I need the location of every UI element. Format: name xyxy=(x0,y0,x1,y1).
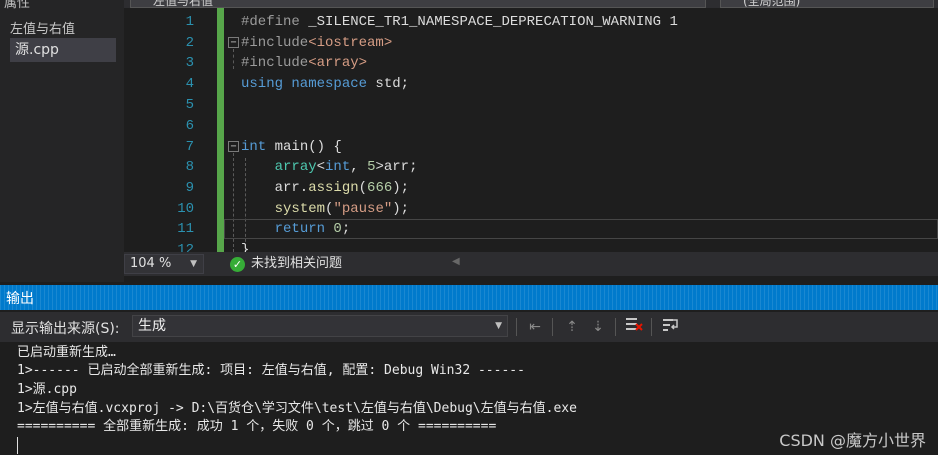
code-token: 0 xyxy=(333,221,342,237)
code-line: return 0; xyxy=(241,219,351,239)
code-line: #include<iostream> xyxy=(241,33,392,53)
code-token: ); xyxy=(392,201,410,217)
previous-message-icon[interactable]: ⇡ xyxy=(562,317,582,337)
collapse-icon[interactable]: − xyxy=(228,141,239,152)
project-node[interactable]: 左值与右值 xyxy=(10,18,75,37)
output-line: 已启动重新生成… xyxy=(17,345,116,360)
file-scope-dropdown[interactable]: 左值与右值 xyxy=(130,0,706,8)
code-token: system xyxy=(274,201,326,217)
code-token: #include xyxy=(241,55,309,71)
line-number: 5 xyxy=(185,97,194,113)
line-number: 7 xyxy=(185,139,194,155)
zoom-value: 104 % xyxy=(130,256,172,271)
code-token: ( xyxy=(358,180,368,196)
line-number: 12 xyxy=(177,242,194,252)
check-circle-icon: ✓ xyxy=(230,256,245,272)
code-line: system("pause"); xyxy=(241,199,409,219)
output-source-select[interactable]: 生成 ▼ xyxy=(132,315,508,337)
code-line: using namespace std; xyxy=(241,74,409,94)
global-scope-dropdown[interactable]: (全局范围) xyxy=(720,0,934,8)
line-number: 11 xyxy=(177,221,194,237)
editor-status-strip: 104 % ▼ ✓ 未找到相关问题 ◀ xyxy=(124,252,938,276)
line-number: 10 xyxy=(177,201,194,217)
output-line: 1>------ 已启动全部重新生成: 项目: 左值与右值, 配置: Debug… xyxy=(17,363,525,378)
outline-guide xyxy=(233,49,234,69)
collapse-icon[interactable]: − xyxy=(228,37,239,48)
output-panel-title: 输出 xyxy=(6,291,34,307)
code-token: _SILENCE_TR1_NAMESPACE_DEPRECATION_WARNI… xyxy=(308,14,678,30)
code-token: , xyxy=(350,159,368,175)
code-token: <iostream> xyxy=(308,35,393,51)
code-token: < xyxy=(316,159,326,175)
editor-tab-strip: 左值与右值 (全局范围) xyxy=(124,0,938,8)
line-number: 3 xyxy=(185,55,194,71)
code-token: array xyxy=(274,159,317,175)
code-line: int main() { xyxy=(241,137,342,157)
output-line: 1>源.cpp xyxy=(17,382,77,397)
code-line: #define _SILENCE_TR1_NAMESPACE_DEPRECATI… xyxy=(241,12,678,32)
toolbar-separator xyxy=(651,318,652,336)
solution-explorer-panel: 属性 左值与右值 源.cpp xyxy=(0,0,124,282)
code-token: #define xyxy=(241,14,309,30)
line-number: 8 xyxy=(185,159,194,175)
code-token: int xyxy=(241,139,275,155)
issues-text: 未找到相关问题 xyxy=(251,256,343,271)
word-wrap-icon[interactable] xyxy=(661,317,681,337)
output-panel-header[interactable]: 输出 xyxy=(0,285,938,310)
output-line: 1>左值与右值.vcxproj -> D:\百货仓\学习文件\test\左值与右… xyxy=(17,401,577,416)
clear-all-icon[interactable] xyxy=(624,317,644,337)
code-token: main() { xyxy=(274,139,342,155)
output-source-value: 生成 xyxy=(138,318,166,334)
next-message-icon[interactable]: ⇣ xyxy=(588,317,608,337)
zoom-dropdown[interactable]: 104 % ▼ xyxy=(124,254,204,274)
change-tracking-bar xyxy=(217,8,224,252)
issues-indicator[interactable]: ✓ 未找到相关问题 xyxy=(230,255,342,273)
code-line: arr.assign(666); xyxy=(241,178,409,198)
code-line: #include<array> xyxy=(241,53,367,73)
goto-location-icon[interactable]: ⇤ xyxy=(525,317,545,337)
toolbar-separator xyxy=(615,318,616,336)
line-number-gutter: 1 2 3 4 5 6 7 8 9 10 11 12 xyxy=(124,8,194,252)
code-token: "pause" xyxy=(333,201,393,217)
code-line: } xyxy=(241,240,249,252)
code-token: arr. xyxy=(241,180,309,196)
text-caret xyxy=(17,437,18,454)
output-line: ========== 全部重新生成: 成功 1 个，失败 0 个，跳过 0 个 … xyxy=(17,419,497,434)
code-token: std; xyxy=(375,76,410,92)
code-token: return xyxy=(274,221,334,237)
chevron-down-icon: ▼ xyxy=(495,321,502,331)
code-token: assign xyxy=(308,180,359,196)
toolbar-separator xyxy=(516,318,517,336)
output-text-area[interactable]: 已启动重新生成… 1>------ 已启动全部重新生成: 项目: 左值与右值, … xyxy=(0,342,938,455)
line-number: 2 xyxy=(185,35,194,51)
code-token: 666 xyxy=(367,180,393,196)
panel-title: 属性 xyxy=(4,0,31,11)
code-token: int xyxy=(325,159,351,175)
code-token: } xyxy=(241,242,250,252)
code-token: #include xyxy=(241,35,309,51)
line-number: 4 xyxy=(185,76,194,92)
line-number: 9 xyxy=(185,180,194,196)
chevron-down-icon: ▼ xyxy=(190,259,197,269)
output-toolbar: 显示输出来源(S): 生成 ▼ ⇤ ⇡ ⇣ xyxy=(0,312,938,342)
code-token: <array> xyxy=(308,55,368,71)
code-token: ; xyxy=(341,221,351,237)
code-token: >arr; xyxy=(375,159,418,175)
line-number: 1 xyxy=(185,14,194,30)
file-node-source-cpp[interactable]: 源.cpp xyxy=(10,38,116,62)
output-source-label: 显示输出来源(S): xyxy=(11,321,120,337)
line-number: 6 xyxy=(185,118,194,134)
code-token: using namespace xyxy=(241,76,376,92)
code-token: ); xyxy=(392,180,410,196)
toolbar-separator xyxy=(552,318,553,336)
code-editor[interactable]: 1 2 3 4 5 6 7 8 9 10 11 12 − − #define _… xyxy=(124,8,938,252)
watermark: CSDN @魔方小世界 xyxy=(779,431,926,450)
scroll-left-icon[interactable]: ◀ xyxy=(452,256,460,267)
code-line: array<int, 5>arr; xyxy=(241,157,418,177)
